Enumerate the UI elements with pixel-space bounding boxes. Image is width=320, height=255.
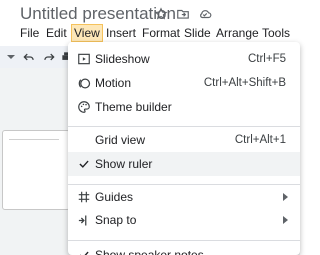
guides-icon — [76, 189, 92, 205]
menu-item-grid-view[interactable]: Grid view Ctrl+Alt+1 — [68, 128, 300, 152]
checkmark-icon — [76, 247, 92, 255]
menu-insert[interactable]: Insert — [106, 25, 136, 41]
menu-item-motion[interactable]: Motion Ctrl+Alt+Shift+B — [68, 71, 300, 95]
menu-format[interactable]: Format — [142, 25, 180, 41]
menu-separator — [68, 240, 300, 241]
menu-item-snap-to[interactable]: Snap to — [68, 208, 300, 232]
document-title[interactable]: Untitled presentation — [20, 4, 176, 24]
submenu-arrow-icon — [283, 193, 288, 201]
menu-item-show-ruler[interactable]: Show ruler — [68, 152, 300, 176]
redo-icon[interactable] — [42, 50, 56, 64]
title-bar: Untitled presentation — [0, 0, 300, 28]
menu-view[interactable]: View — [71, 24, 103, 42]
menu-file[interactable]: File — [20, 25, 39, 41]
menu-item-show-speaker-notes[interactable]: Show speaker notes — [68, 243, 300, 255]
slide-thumbnail[interactable] — [2, 130, 70, 210]
undo-icon[interactable] — [22, 50, 36, 64]
menu-bar: File Edit View Insert Format Slide Arran… — [0, 24, 300, 42]
palette-icon — [76, 99, 92, 115]
view-menu-dropdown: Slideshow Ctrl+F5 Motion Ctrl+Alt+Shift+… — [68, 42, 300, 255]
motion-icon — [76, 75, 92, 91]
slideshow-icon — [76, 51, 92, 67]
menu-separator — [68, 126, 300, 127]
menu-tools[interactable]: Tools — [262, 25, 290, 41]
menu-item-slideshow[interactable]: Slideshow Ctrl+F5 — [68, 47, 300, 71]
thumbnail-text-line — [9, 139, 59, 140]
menu-edit[interactable]: Edit — [46, 25, 67, 41]
cloud-status-icon[interactable] — [198, 7, 212, 21]
new-slide-dropdown-icon[interactable] — [4, 50, 18, 64]
move-folder-icon[interactable] — [176, 7, 190, 21]
snap-to-icon — [76, 212, 92, 228]
menu-arrange[interactable]: Arrange — [216, 25, 259, 41]
menu-item-guides[interactable]: Guides — [68, 185, 300, 209]
checkmark-icon — [76, 156, 92, 172]
menu-item-theme-builder[interactable]: Theme builder — [68, 95, 300, 119]
star-icon[interactable] — [154, 7, 168, 21]
submenu-arrow-icon — [283, 216, 288, 224]
menu-slide[interactable]: Slide — [184, 25, 211, 41]
